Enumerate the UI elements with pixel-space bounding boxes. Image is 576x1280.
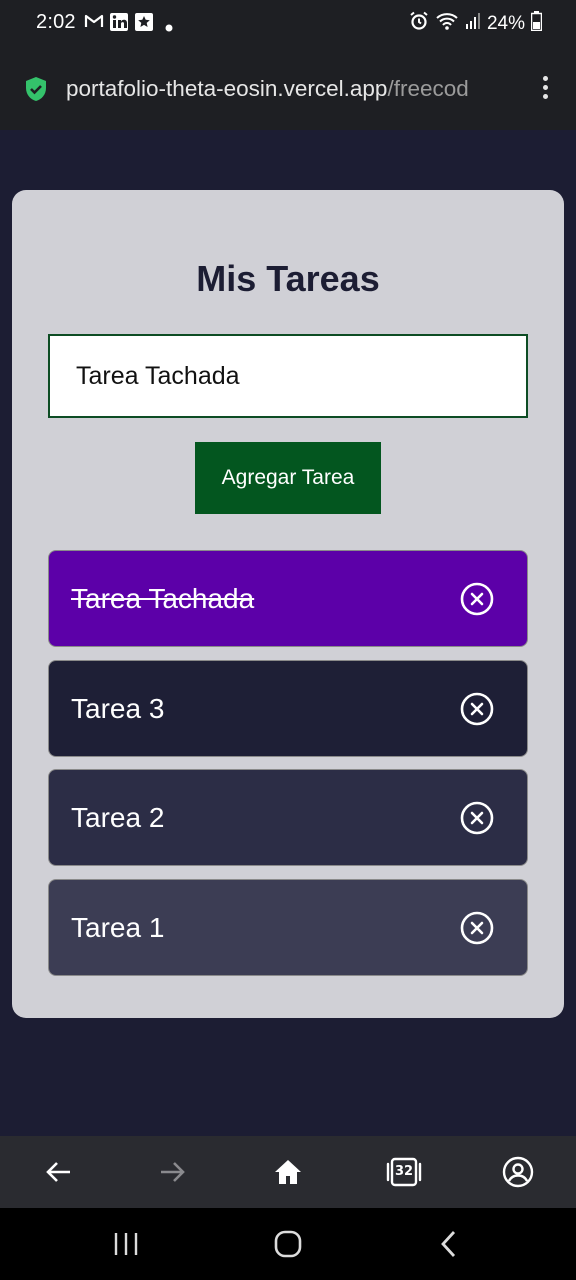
task-label: Tarea Tachada xyxy=(71,583,255,614)
recent-apps-icon[interactable] xyxy=(108,1228,144,1260)
linkedin-icon xyxy=(110,13,128,36)
task-item-tachada[interactable]: Tarea Tachada xyxy=(48,550,528,647)
tab-count: 32 xyxy=(394,1164,414,1179)
battery-percent: 24% xyxy=(486,13,525,34)
close-circle-icon[interactable] xyxy=(460,801,494,835)
status-time: 2:02 xyxy=(36,11,76,33)
wifi-icon xyxy=(435,11,459,37)
system-status-icons: 24% xyxy=(409,11,543,37)
browser-toolbar: 32 xyxy=(0,1136,576,1208)
forward-arrow-icon[interactable] xyxy=(155,1154,191,1190)
address-bar[interactable]: portafolio-theta-eosin.vercel.app/freeco… xyxy=(66,76,512,102)
url-path: /freecod xyxy=(387,76,469,101)
alarm-icon xyxy=(409,11,429,37)
tabs-icon[interactable]: 32 xyxy=(385,1154,423,1190)
task-label: Tarea 2 xyxy=(71,802,165,833)
back-arrow-icon[interactable] xyxy=(40,1154,76,1190)
close-circle-icon[interactable] xyxy=(460,692,494,726)
battery-icon xyxy=(530,11,543,37)
task-item-2[interactable]: Tarea 2 xyxy=(48,769,528,866)
account-icon[interactable] xyxy=(500,1154,536,1190)
page-title: Mis Tareas xyxy=(196,258,380,299)
back-chevron-icon[interactable] xyxy=(430,1228,466,1260)
status-bar: 2:02 24% xyxy=(0,0,576,46)
task-label: Tarea 1 xyxy=(71,912,165,943)
browser-url-bar: portafolio-theta-eosin.vercel.app/freeco… xyxy=(0,46,576,130)
task-label: Tarea 3 xyxy=(71,693,165,724)
signal-icon xyxy=(465,12,481,36)
add-task-button[interactable]: Agregar Tarea xyxy=(195,442,381,514)
star-app-icon xyxy=(135,13,153,36)
home-icon[interactable] xyxy=(270,1154,306,1190)
close-circle-icon[interactable] xyxy=(460,911,494,945)
task-input[interactable] xyxy=(48,334,528,418)
home-circle-icon[interactable] xyxy=(270,1228,306,1260)
system-nav-bar xyxy=(0,1208,576,1280)
url-host: portafolio-theta-eosin.vercel.app xyxy=(66,76,388,101)
task-item-1[interactable]: Tarea 1 xyxy=(48,879,528,976)
gmail-icon xyxy=(84,13,104,34)
dot-icon xyxy=(165,19,173,37)
task-item-3[interactable]: Tarea 3 xyxy=(48,660,528,757)
shield-check-icon[interactable] xyxy=(24,76,48,107)
close-circle-icon[interactable] xyxy=(460,582,494,616)
more-menu-icon[interactable] xyxy=(540,76,550,102)
